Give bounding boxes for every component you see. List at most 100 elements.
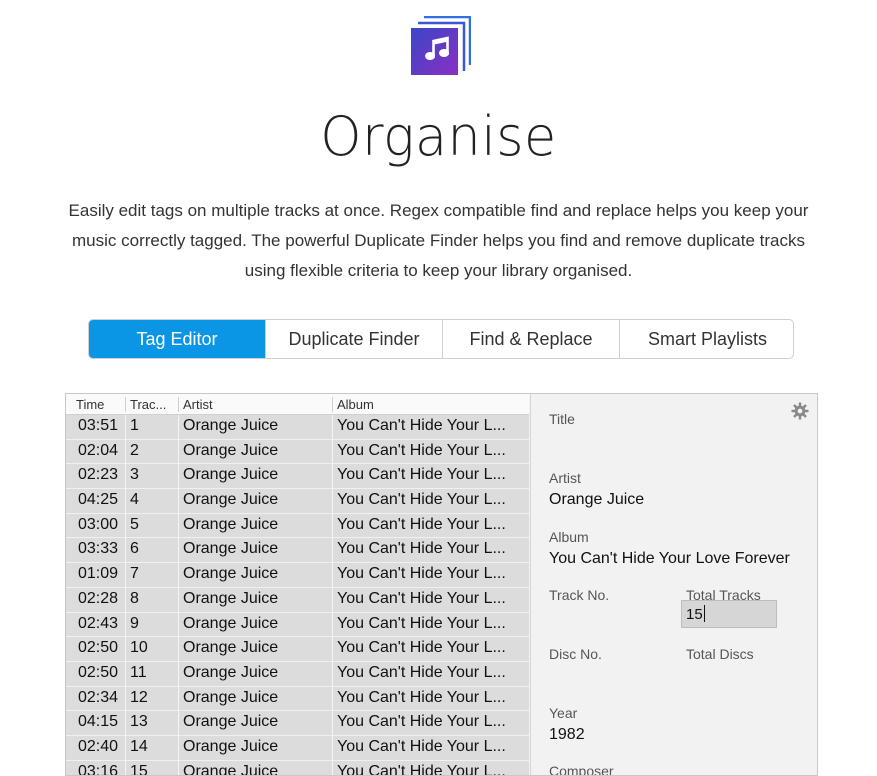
- cell-time: 02:40: [78, 737, 119, 755]
- column-divider: [332, 415, 333, 775]
- table-row[interactable]: 02:28 8 Orange Juice You Can't Hide Your L.…: [66, 587, 529, 613]
- artist-label: Artist: [549, 470, 581, 486]
- cell-time: 02:50: [78, 663, 119, 681]
- cell-time: 02:50: [78, 639, 119, 657]
- cell-album: You Can't Hide Your L...: [337, 737, 506, 755]
- table-row[interactable]: 03:51 1 Orange Juice You Can't Hide Your L.…: [66, 415, 529, 440]
- text-caret: [703, 605, 705, 622]
- cell-artist: Orange Juice: [183, 688, 279, 706]
- column-divider[interactable]: [332, 397, 333, 412]
- intro-text: Easily edit tags on multiple tracks at o…: [68, 201, 809, 280]
- cell-time: 03:33: [78, 540, 119, 558]
- tab-tag-editor[interactable]: Tag Editor: [89, 320, 265, 358]
- track-no-label: Track No.: [549, 587, 610, 603]
- cell-album: You Can't Hide Your L...: [337, 614, 506, 632]
- cell-time: 03:00: [78, 515, 119, 533]
- page-title: Organise: [320, 105, 557, 168]
- table-body: 03:51 1 Orange Juice You Can't Hide Your L.…: [66, 415, 529, 775]
- cell-album: You Can't Hide Your L...: [337, 491, 506, 509]
- album-field[interactable]: You Can't Hide Your Love Forever: [549, 550, 790, 568]
- column-header-album[interactable]: Album: [337, 397, 374, 412]
- cell-album: You Can't Hide Your L...: [337, 417, 506, 434]
- column-divider[interactable]: [178, 397, 179, 412]
- cell-time: 02:23: [78, 466, 119, 484]
- cell-track: 8: [130, 589, 139, 607]
- cell-time: 02:04: [78, 441, 119, 459]
- cell-album: You Can't Hide Your L...: [337, 713, 506, 731]
- table-row[interactable]: 02:43 9 Orange Juice You Can't Hide Your L.…: [66, 612, 529, 638]
- tab-duplicate-finder[interactable]: Duplicate Finder: [265, 320, 442, 358]
- feature-tabs: Tag Editor Duplicate Finder Find & Repla…: [88, 319, 794, 359]
- cell-album: You Can't Hide Your L...: [337, 663, 506, 681]
- cell-artist: Orange Juice: [183, 639, 279, 657]
- total-discs-label: Total Discs: [686, 646, 754, 662]
- cell-album: You Can't Hide Your L...: [337, 688, 506, 706]
- cell-artist: Orange Juice: [183, 713, 279, 731]
- gear-icon[interactable]: [791, 402, 809, 420]
- cell-track: 10: [130, 639, 148, 657]
- table-row[interactable]: 03:00 5 Orange Juice You Can't Hide Your L.…: [66, 513, 529, 539]
- tab-find-replace[interactable]: Find & Replace: [442, 320, 619, 358]
- cell-time: 03:51: [78, 417, 119, 434]
- year-field[interactable]: 1982: [549, 726, 585, 744]
- table-row[interactable]: 02:23 3 Orange Juice You Can't Hide Your L.…: [66, 464, 529, 490]
- cell-track: 3: [130, 466, 139, 484]
- cell-time: 04:25: [78, 491, 119, 509]
- total-tracks-value: 15: [686, 606, 703, 623]
- cell-artist: Orange Juice: [183, 491, 279, 509]
- table-row[interactable]: 01:09 7 Orange Juice You Can't Hide Your L.…: [66, 563, 529, 588]
- table-row[interactable]: 02:34 12 Orange Juice You Can't Hide Your L…: [66, 686, 529, 712]
- cell-artist: Orange Juice: [183, 589, 279, 607]
- cell-artist: Orange Juice: [183, 737, 279, 755]
- total-tracks-input[interactable]: 15: [681, 600, 777, 628]
- tab-smart-playlists[interactable]: Smart Playlists: [619, 320, 793, 358]
- music-note-icon: [411, 15, 472, 75]
- table-row[interactable]: 02:40 14 Orange Juice You Can't Hide Your L…: [66, 735, 529, 761]
- table-row[interactable]: 02:50 11 Orange Juice You Can't Hide Your L…: [66, 661, 529, 687]
- column-divider: [125, 415, 126, 775]
- cell-artist: Orange Juice: [183, 565, 279, 583]
- cell-artist: Orange Juice: [183, 417, 279, 434]
- table-row[interactable]: 03:33 6 Orange Juice You Can't Hide Your L.…: [66, 538, 529, 564]
- year-label: Year: [549, 705, 578, 721]
- album-label: Album: [549, 529, 589, 545]
- tracks-table: Time Trac... Artist Album 03:51 1 Orange J…: [66, 394, 529, 775]
- column-header-artist[interactable]: Artist: [183, 397, 213, 412]
- cell-track: 9: [130, 614, 139, 632]
- artist-field[interactable]: Orange Juice: [549, 491, 644, 509]
- cell-track: 2: [130, 441, 139, 459]
- cell-track: 1: [130, 417, 139, 434]
- cell-artist: Orange Juice: [183, 515, 279, 533]
- composer-label: Composer: [549, 763, 614, 776]
- cell-artist: Orange Juice: [183, 663, 279, 681]
- cell-track: 12: [130, 688, 148, 706]
- cell-artist: Orange Juice: [183, 466, 279, 484]
- cell-track: 13: [130, 713, 148, 731]
- cell-track: 5: [130, 515, 139, 533]
- table-row[interactable]: 02:50 10 Orange Juice You Can't Hide Your L…: [66, 637, 529, 662]
- column-divider: [178, 415, 179, 775]
- app-logo: [411, 15, 472, 76]
- cell-album: You Can't Hide Your L...: [337, 589, 506, 607]
- table-row[interactable]: 04:25 4 Orange Juice You Can't Hide Your L.…: [66, 489, 529, 514]
- cell-album: You Can't Hide Your L...: [337, 565, 506, 583]
- disc-no-label: Disc No.: [549, 646, 602, 662]
- title-label: Title: [549, 411, 575, 427]
- tag-inspector: Title Artist Orange Juice Album You Can'…: [530, 394, 817, 776]
- column-header-time[interactable]: Time: [76, 397, 104, 412]
- cell-track: 14: [130, 737, 148, 755]
- cell-time: 04:15: [78, 713, 119, 731]
- cell-artist: Orange Juice: [183, 540, 279, 558]
- cell-track: 7: [130, 565, 139, 583]
- cell-time: 02:34: [78, 688, 119, 706]
- cell-time: 02:43: [78, 614, 119, 632]
- cell-track: 6: [130, 540, 139, 558]
- cell-track: 11: [130, 663, 147, 681]
- column-divider[interactable]: [125, 397, 126, 412]
- cell-time: 01:09: [78, 565, 119, 583]
- table-row[interactable]: 02:04 2 Orange Juice You Can't Hide Your L.…: [66, 439, 529, 465]
- cell-album: You Can't Hide Your L...: [337, 639, 506, 657]
- table-row[interactable]: 04:15 13 Orange Juice You Can't Hide Your L…: [66, 711, 529, 736]
- cell-album: You Can't Hide Your L...: [337, 540, 506, 558]
- column-header-track[interactable]: Trac...: [130, 397, 166, 412]
